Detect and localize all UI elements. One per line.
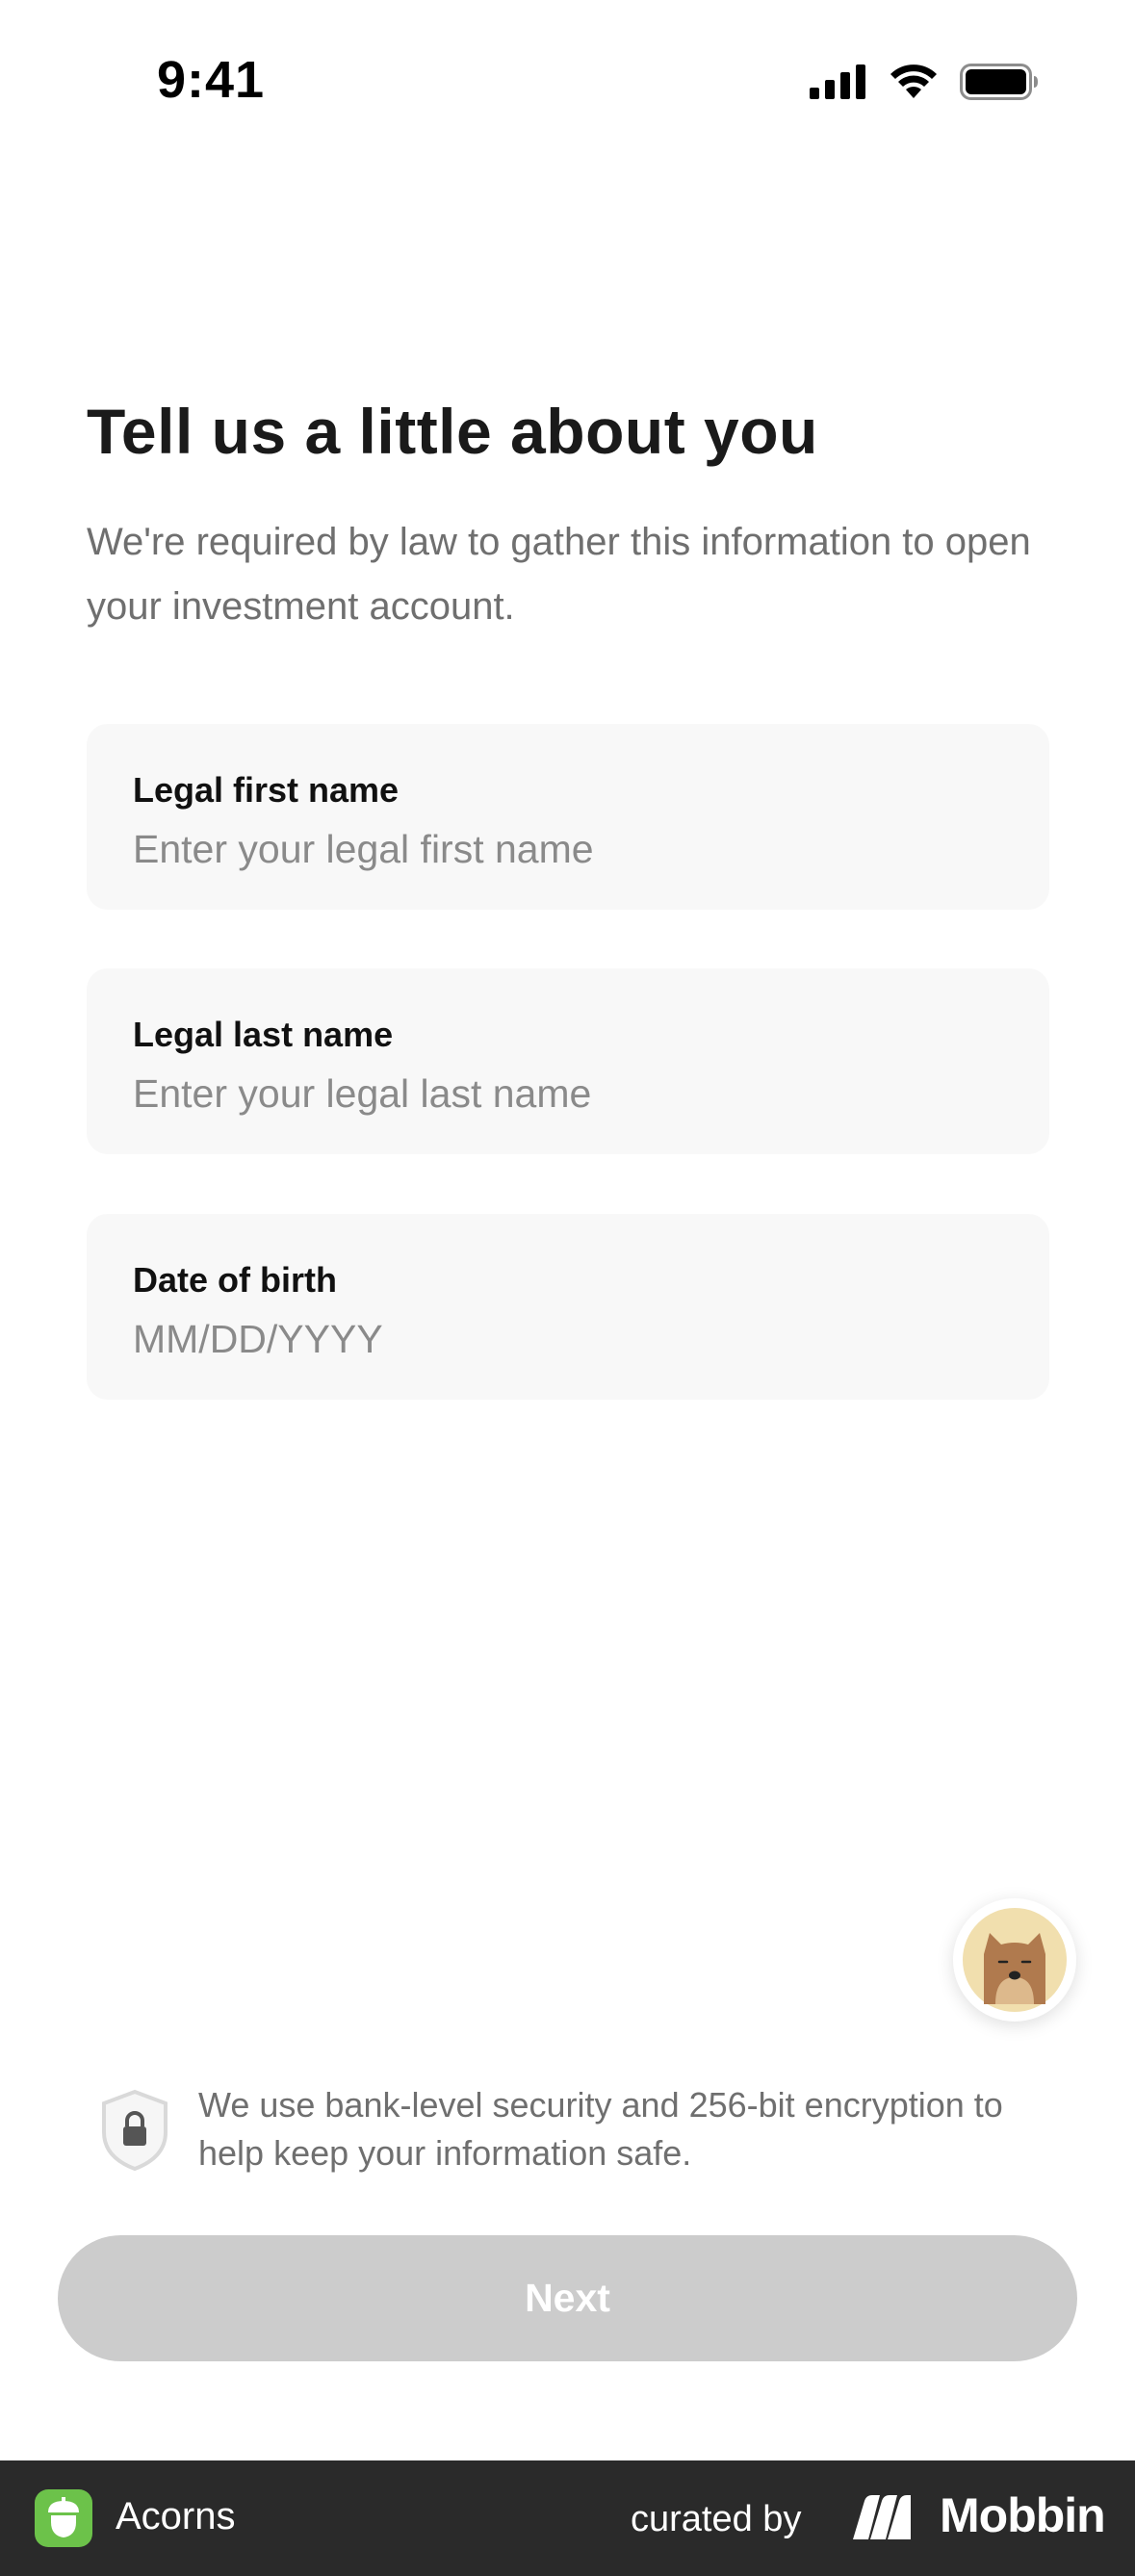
first-name-input[interactable]: [133, 820, 999, 878]
oak-mascot-icon: [963, 1908, 1067, 2012]
help-assistant-button[interactable]: [953, 1898, 1076, 2022]
shield-lock-icon: [102, 2089, 168, 2172]
date-of-birth-field[interactable]: Date of birth: [87, 1214, 1049, 1400]
security-notice: We use bank-level security and 256-bit e…: [96, 2081, 1049, 2177]
last-name-field[interactable]: Legal last name: [87, 968, 1049, 1154]
first-name-field[interactable]: Legal first name: [87, 724, 1049, 910]
status-icons: [810, 64, 1039, 100]
first-name-label: Legal first name: [133, 770, 400, 810]
curated-by-label: curated by: [631, 2499, 802, 2539]
date-of-birth-label: Date of birth: [133, 1260, 337, 1300]
status-time: 9:41: [157, 51, 266, 109]
page-subtitle: We're required by law to gather this inf…: [87, 521, 1031, 628]
date-of-birth-input[interactable]: [133, 1310, 999, 1368]
acorns-app-icon: [35, 2489, 92, 2547]
acorn-icon: [48, 2497, 79, 2537]
security-text: We use bank-level security and 256-bit e…: [198, 2085, 1003, 2173]
status-bar: 9:41: [0, 0, 1135, 168]
cellular-signal-icon: [810, 64, 865, 99]
next-button[interactable]: Next: [58, 2235, 1077, 2361]
wifi-icon: [890, 64, 937, 98]
mobbin-brand: Mobbin: [940, 2488, 1106, 2542]
last-name-label: Legal last name: [133, 1015, 394, 1054]
page-title: Tell us a little about you: [87, 396, 818, 467]
app-name: Acorns: [116, 2495, 236, 2537]
footer-bar: Acorns curated by Mobbin: [0, 2460, 1135, 2576]
mobbin-logo-icon: [853, 2495, 911, 2539]
last-name-input[interactable]: [133, 1065, 999, 1122]
battery-icon: [960, 64, 1038, 100]
